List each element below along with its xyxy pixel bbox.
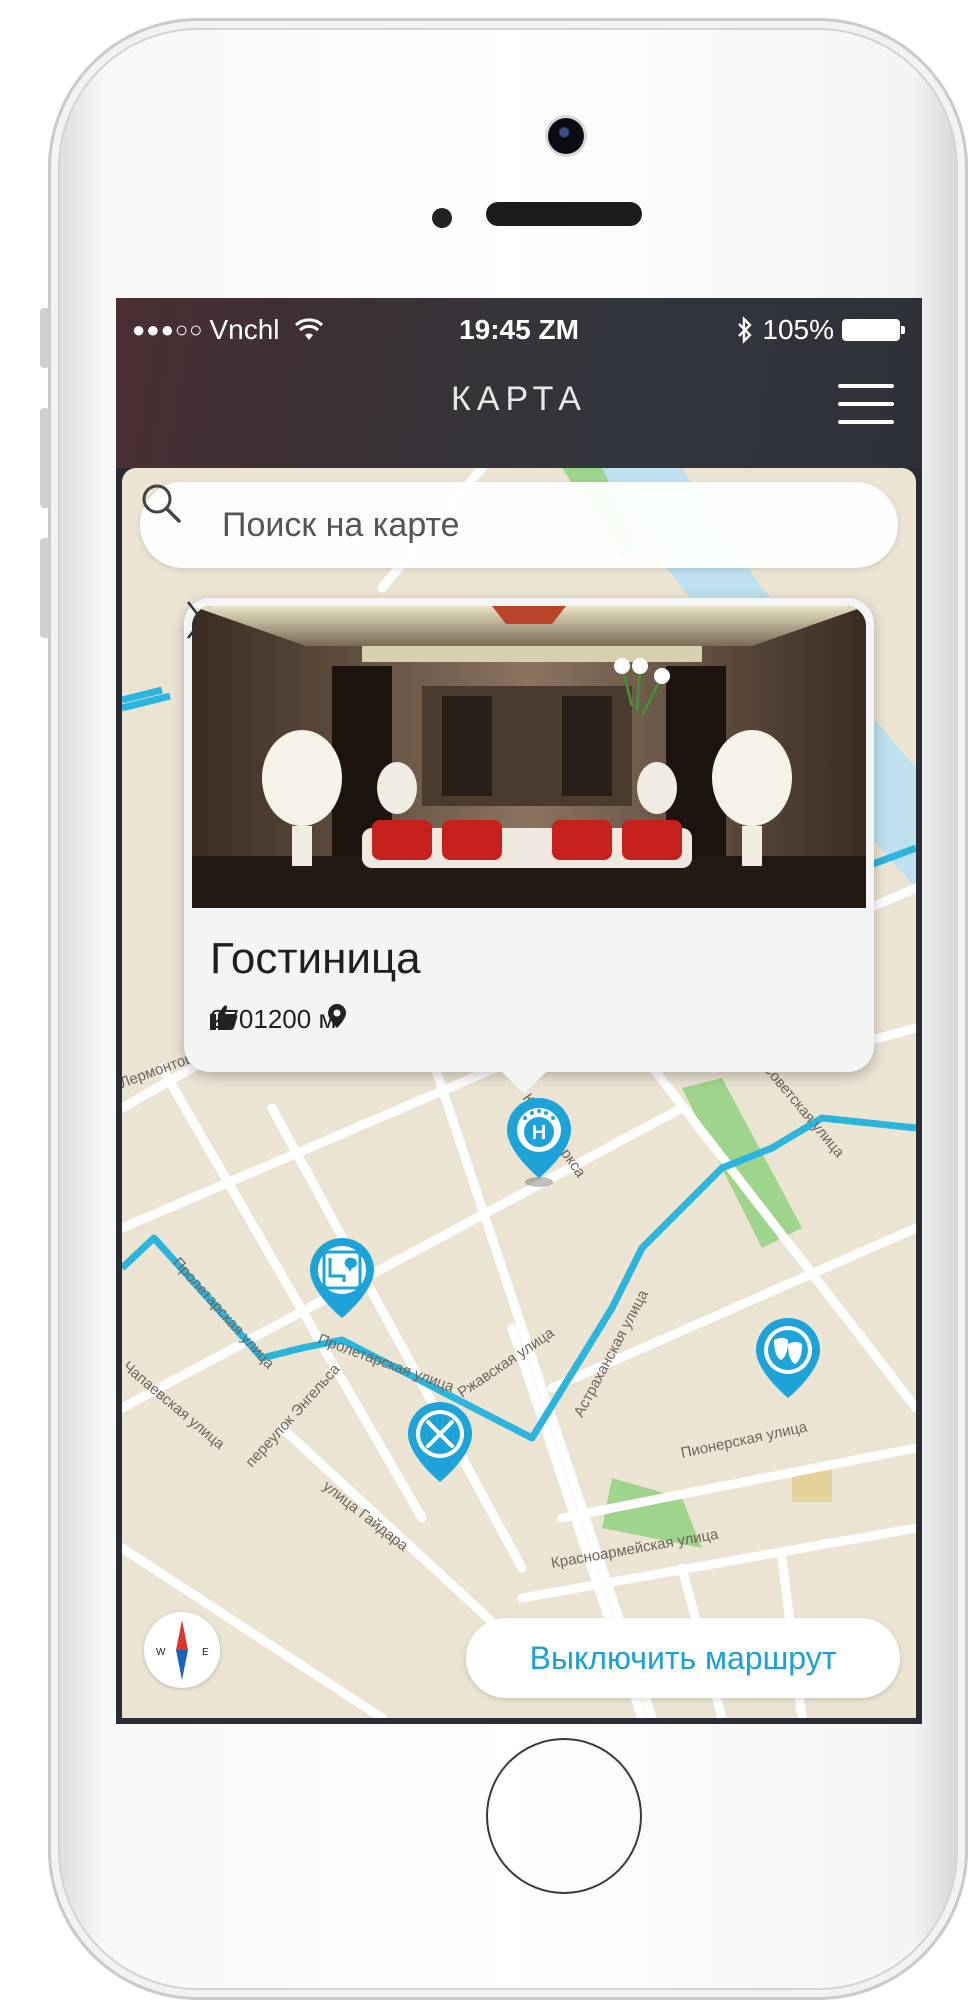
hotel-pin-icon: H: [507, 1098, 571, 1187]
place-title: Гостиница: [210, 934, 421, 983]
thumbs-up-icon: [210, 1005, 238, 1030]
street-label: Чапаевская улица: [122, 1358, 228, 1453]
place-stats: 270 1200 м: [210, 1004, 346, 1035]
hotel-lobby-image: [192, 606, 866, 908]
search-bar[interactable]: [140, 482, 898, 568]
earpiece-speaker: [486, 202, 642, 226]
museum-pin-icon: [310, 1238, 374, 1318]
theatre-masks-pin-icon: [756, 1318, 820, 1398]
status-right: 105%: [736, 314, 905, 346]
battery-percent: 105%: [762, 314, 834, 345]
bluetooth-icon: [738, 316, 753, 344]
distance-value: 1200 м: [253, 1004, 337, 1034]
hotel-marker[interactable]: H: [503, 1096, 575, 1188]
compass-icon: W E: [156, 1620, 209, 1680]
hotel-marker-letter: H: [532, 1122, 546, 1144]
compass-east-label: E: [202, 1647, 209, 1658]
page-title: КАРТА: [451, 380, 587, 418]
hamburger-menu-icon[interactable]: [838, 384, 894, 426]
restaurant-marker[interactable]: [404, 1400, 476, 1492]
app-screen: ●●●○○ Vnchl 19:45 ZM 105% КАРТА Пролетар…: [116, 298, 922, 1724]
search-input[interactable]: [222, 482, 862, 568]
search-icon: [142, 484, 181, 523]
compass-west-label: W: [156, 1647, 166, 1658]
street-label: переулок Энгельса: [242, 1360, 344, 1470]
map-view[interactable]: Пролетарская улица Пролетарская улица Рж…: [122, 468, 916, 1718]
volume-up-button: [40, 408, 50, 508]
proximity-sensor: [432, 208, 452, 228]
battery-icon: [842, 319, 905, 341]
status-bar: ●●●○○ Vnchl 19:45 ZM 105%: [116, 314, 922, 354]
volume-down-button: [40, 538, 50, 638]
hotel-photo: [192, 606, 866, 908]
home-button[interactable]: [486, 1738, 642, 1894]
location-pin-icon: [328, 1004, 346, 1028]
disable-route-button[interactable]: Выключить маршрут: [466, 1618, 900, 1698]
chevron-right-icon[interactable]: [184, 598, 206, 642]
mute-switch: [40, 308, 50, 368]
museum-marker[interactable]: [306, 1236, 378, 1328]
compass-button[interactable]: W E: [144, 1612, 220, 1688]
street-label: Пионерская улица: [679, 1418, 809, 1462]
theatre-marker[interactable]: [752, 1316, 824, 1408]
front-camera: [548, 118, 584, 154]
header: ●●●○○ Vnchl 19:45 ZM 105% КАРТА: [116, 298, 922, 468]
place-card[interactable]: Гостиница 270 1200 м: [184, 598, 874, 1094]
fork-knife-pin-icon: [408, 1402, 472, 1482]
street-label: улица Гайдара: [320, 1478, 412, 1555]
